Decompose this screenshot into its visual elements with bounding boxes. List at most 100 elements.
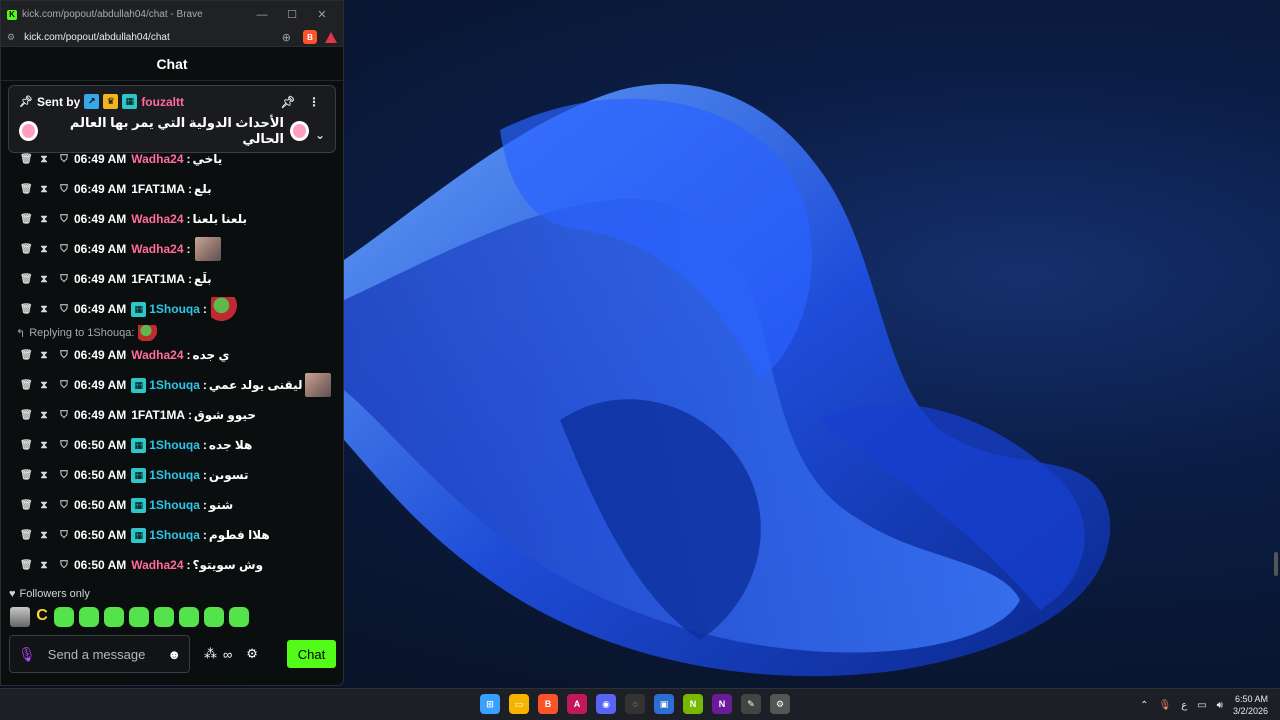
emote-kick-icon[interactable]: [79, 607, 99, 627]
message-username[interactable]: Wadha24: [131, 558, 183, 572]
chat-message[interactable]: 🗑︎ ⧗ ⛉ 06:49 AM 1FAT1MA: حيوو شوق: [20, 404, 256, 426]
delete-icon[interactable]: 🗑︎: [20, 154, 33, 165]
timeout-icon[interactable]: ⧗: [40, 214, 48, 225]
chat-message[interactable]: 🗑︎ ⧗ ⛉ 06:49 AM 1FAT1MA: بلع: [20, 178, 212, 200]
nvidia-icon[interactable]: N: [683, 694, 703, 714]
volume-icon[interactable]: 🔊︎: [1217, 700, 1223, 711]
app-icon[interactable]: ◌: [625, 694, 645, 714]
timeout-icon[interactable]: ⧗: [40, 470, 48, 481]
delete-icon[interactable]: 🗑︎: [20, 470, 33, 481]
delete-icon[interactable]: 🗑︎: [20, 500, 33, 511]
message-input[interactable]: 🎙︎ Send a message ☻: [9, 635, 190, 673]
timeout-icon[interactable]: ⧗: [40, 410, 48, 421]
chat-message[interactable]: 🗑︎ ⧗ ⛉ 06:50 AM ▦ 1Shouqa: هلاا فطوم: [20, 524, 270, 546]
reply-context[interactable]: ↰ Replying to 1Shouqa:: [16, 325, 159, 341]
kick-points-icon[interactable]: ⁂: [204, 646, 217, 662]
more-options-icon[interactable]: ⋮: [303, 95, 325, 109]
message-username[interactable]: 1Shouqa: [149, 468, 200, 482]
chat-message[interactable]: 🗑︎ ⧗ ⛉ 06:49 AM Wadha24: ي جده: [20, 344, 230, 366]
message-placeholder[interactable]: Send a message: [48, 647, 168, 662]
message-username[interactable]: 1Shouqa: [149, 528, 200, 542]
chevron-up-icon[interactable]: ⌃: [1140, 700, 1148, 711]
ban-shield-icon[interactable]: ⛉: [60, 304, 68, 315]
pinned-message[interactable]: 📌︎ Sent by ↗ ♛ ▦ fouzaltt 📌︎ ⋮ الأحداث ا…: [8, 85, 336, 153]
app-a-icon[interactable]: A: [567, 694, 587, 714]
delete-icon[interactable]: 🗑︎: [20, 274, 33, 285]
timeout-icon[interactable]: ⧗: [40, 184, 48, 195]
timeout-icon[interactable]: ⧗: [40, 530, 48, 541]
message-username[interactable]: Wadha24: [131, 242, 183, 256]
emote-kick-icon[interactable]: [54, 607, 74, 627]
ban-shield-icon[interactable]: ⛉: [60, 380, 68, 391]
zoom-icon[interactable]: ⊕: [282, 31, 291, 44]
delete-icon[interactable]: 🗑︎: [20, 304, 33, 315]
message-username[interactable]: 1FAT1MA: [131, 408, 185, 422]
pinned-username[interactable]: fouzaltt: [141, 95, 184, 109]
microphone-icon[interactable]: 🎙︎: [18, 646, 36, 663]
chat-message[interactable]: 🗑︎ ⧗ ⛉ 06:49 AM Wadha24: بلعنا بلعنا: [20, 208, 247, 230]
window-titlebar[interactable]: K kick.com/popout/abdullah04/chat - Brav…: [1, 1, 343, 28]
ban-shield-icon[interactable]: ⛉: [60, 440, 68, 451]
timeout-icon[interactable]: ⧗: [40, 500, 48, 511]
ban-shield-icon[interactable]: ⛉: [60, 350, 68, 361]
emote-kick-icon[interactable]: [204, 607, 224, 627]
site-settings-icon[interactable]: ⚙: [7, 32, 15, 43]
chat-message[interactable]: 🗑︎ ⧗ ⛉ 06:50 AM Wadha24: وش سويتو؟: [20, 554, 263, 576]
chat-message[interactable]: 🗑︎ ⧗ ⛉ 06:49 AM Wadha24: ياخي: [20, 148, 222, 170]
timeout-icon[interactable]: ⧗: [40, 380, 48, 391]
message-username[interactable]: 1FAT1MA: [131, 182, 185, 196]
chevron-down-icon[interactable]: ⌄: [315, 128, 325, 142]
delete-icon[interactable]: 🗑︎: [20, 184, 33, 195]
message-username[interactable]: Wadha24: [131, 348, 183, 362]
minimize-icon[interactable]: —: [247, 9, 277, 21]
timeout-icon[interactable]: ⧗: [40, 560, 48, 571]
delete-icon[interactable]: 🗑︎: [20, 560, 33, 571]
delete-icon[interactable]: 🗑︎: [20, 214, 33, 225]
message-username[interactable]: 1Shouqa: [149, 302, 200, 316]
emote-kick-icon[interactable]: [229, 607, 249, 627]
close-icon[interactable]: ✕: [307, 8, 337, 21]
timeout-icon[interactable]: ⧗: [40, 304, 48, 315]
emote-avatar-icon[interactable]: [10, 607, 30, 627]
brave-browser-icon[interactable]: B: [538, 694, 558, 714]
settings-icon[interactable]: ⚙: [770, 694, 790, 714]
message-username[interactable]: 1Shouqa: [149, 438, 200, 452]
message-username[interactable]: Wadha24: [131, 152, 183, 166]
infinity-icon[interactable]: ∞: [223, 647, 232, 662]
send-chat-button[interactable]: Chat: [287, 640, 336, 668]
chat-message[interactable]: 🗑︎ ⧗ ⛉ 06:49 AM 1FAT1MA: بلَع: [20, 268, 212, 290]
message-username[interactable]: 1Shouqa: [149, 378, 200, 392]
network-icon[interactable]: ▭: [1197, 700, 1206, 711]
brave-rewards-icon[interactable]: [325, 31, 337, 43]
app-next-icon[interactable]: N: [712, 694, 732, 714]
ban-shield-icon[interactable]: ⛉: [60, 530, 68, 541]
timeout-icon[interactable]: ⧗: [40, 350, 48, 361]
emote-moon-icon[interactable]: C: [35, 607, 49, 627]
delete-icon[interactable]: 🗑︎: [20, 530, 33, 541]
delete-icon[interactable]: 🗑︎: [20, 244, 33, 255]
timeout-icon[interactable]: ⧗: [40, 244, 48, 255]
ban-shield-icon[interactable]: ⛉: [60, 560, 68, 571]
delete-icon[interactable]: 🗑︎: [20, 440, 33, 451]
brave-shields-icon[interactable]: B: [303, 30, 317, 44]
ban-shield-icon[interactable]: ⛉: [60, 154, 68, 165]
timeout-icon[interactable]: ⧗: [40, 440, 48, 451]
message-username[interactable]: 1Shouqa: [149, 498, 200, 512]
clock[interactable]: 6:50 AM 3/2/2026: [1233, 693, 1268, 717]
start-icon[interactable]: ⊞: [480, 694, 500, 714]
chat-message[interactable]: 🗑︎ ⧗ ⛉ 06:49 AM ▦ 1Shouqa: ليقنى يولد عمي: [20, 373, 331, 397]
emote-kick-icon[interactable]: [129, 607, 149, 627]
ban-shield-icon[interactable]: ⛉: [60, 500, 68, 511]
emoji-picker-icon[interactable]: ☻: [167, 647, 181, 662]
chat-message[interactable]: 🗑︎ ⧗ ⛉ 06:50 AM ▦ 1Shouqa: تسوىن: [20, 464, 248, 486]
chat-message[interactable]: 🗑︎ ⧗ ⛉ 06:49 AM ▦ 1Shouqa:: [20, 297, 237, 321]
delete-icon[interactable]: 🗑︎: [20, 350, 33, 361]
ban-shield-icon[interactable]: ⛉: [60, 410, 68, 421]
language-indicator[interactable]: ع: [1181, 700, 1187, 711]
file-explorer-icon[interactable]: ▭: [509, 694, 529, 714]
ban-shield-icon[interactable]: ⛉: [60, 470, 68, 481]
chat-message[interactable]: 🗑︎ ⧗ ⛉ 06:50 AM ▦ 1Shouqa: شنو: [20, 494, 233, 516]
ban-shield-icon[interactable]: ⛉: [60, 244, 68, 255]
gear-icon[interactable]: ⚙: [246, 646, 258, 662]
emote-kick-icon[interactable]: [179, 607, 199, 627]
